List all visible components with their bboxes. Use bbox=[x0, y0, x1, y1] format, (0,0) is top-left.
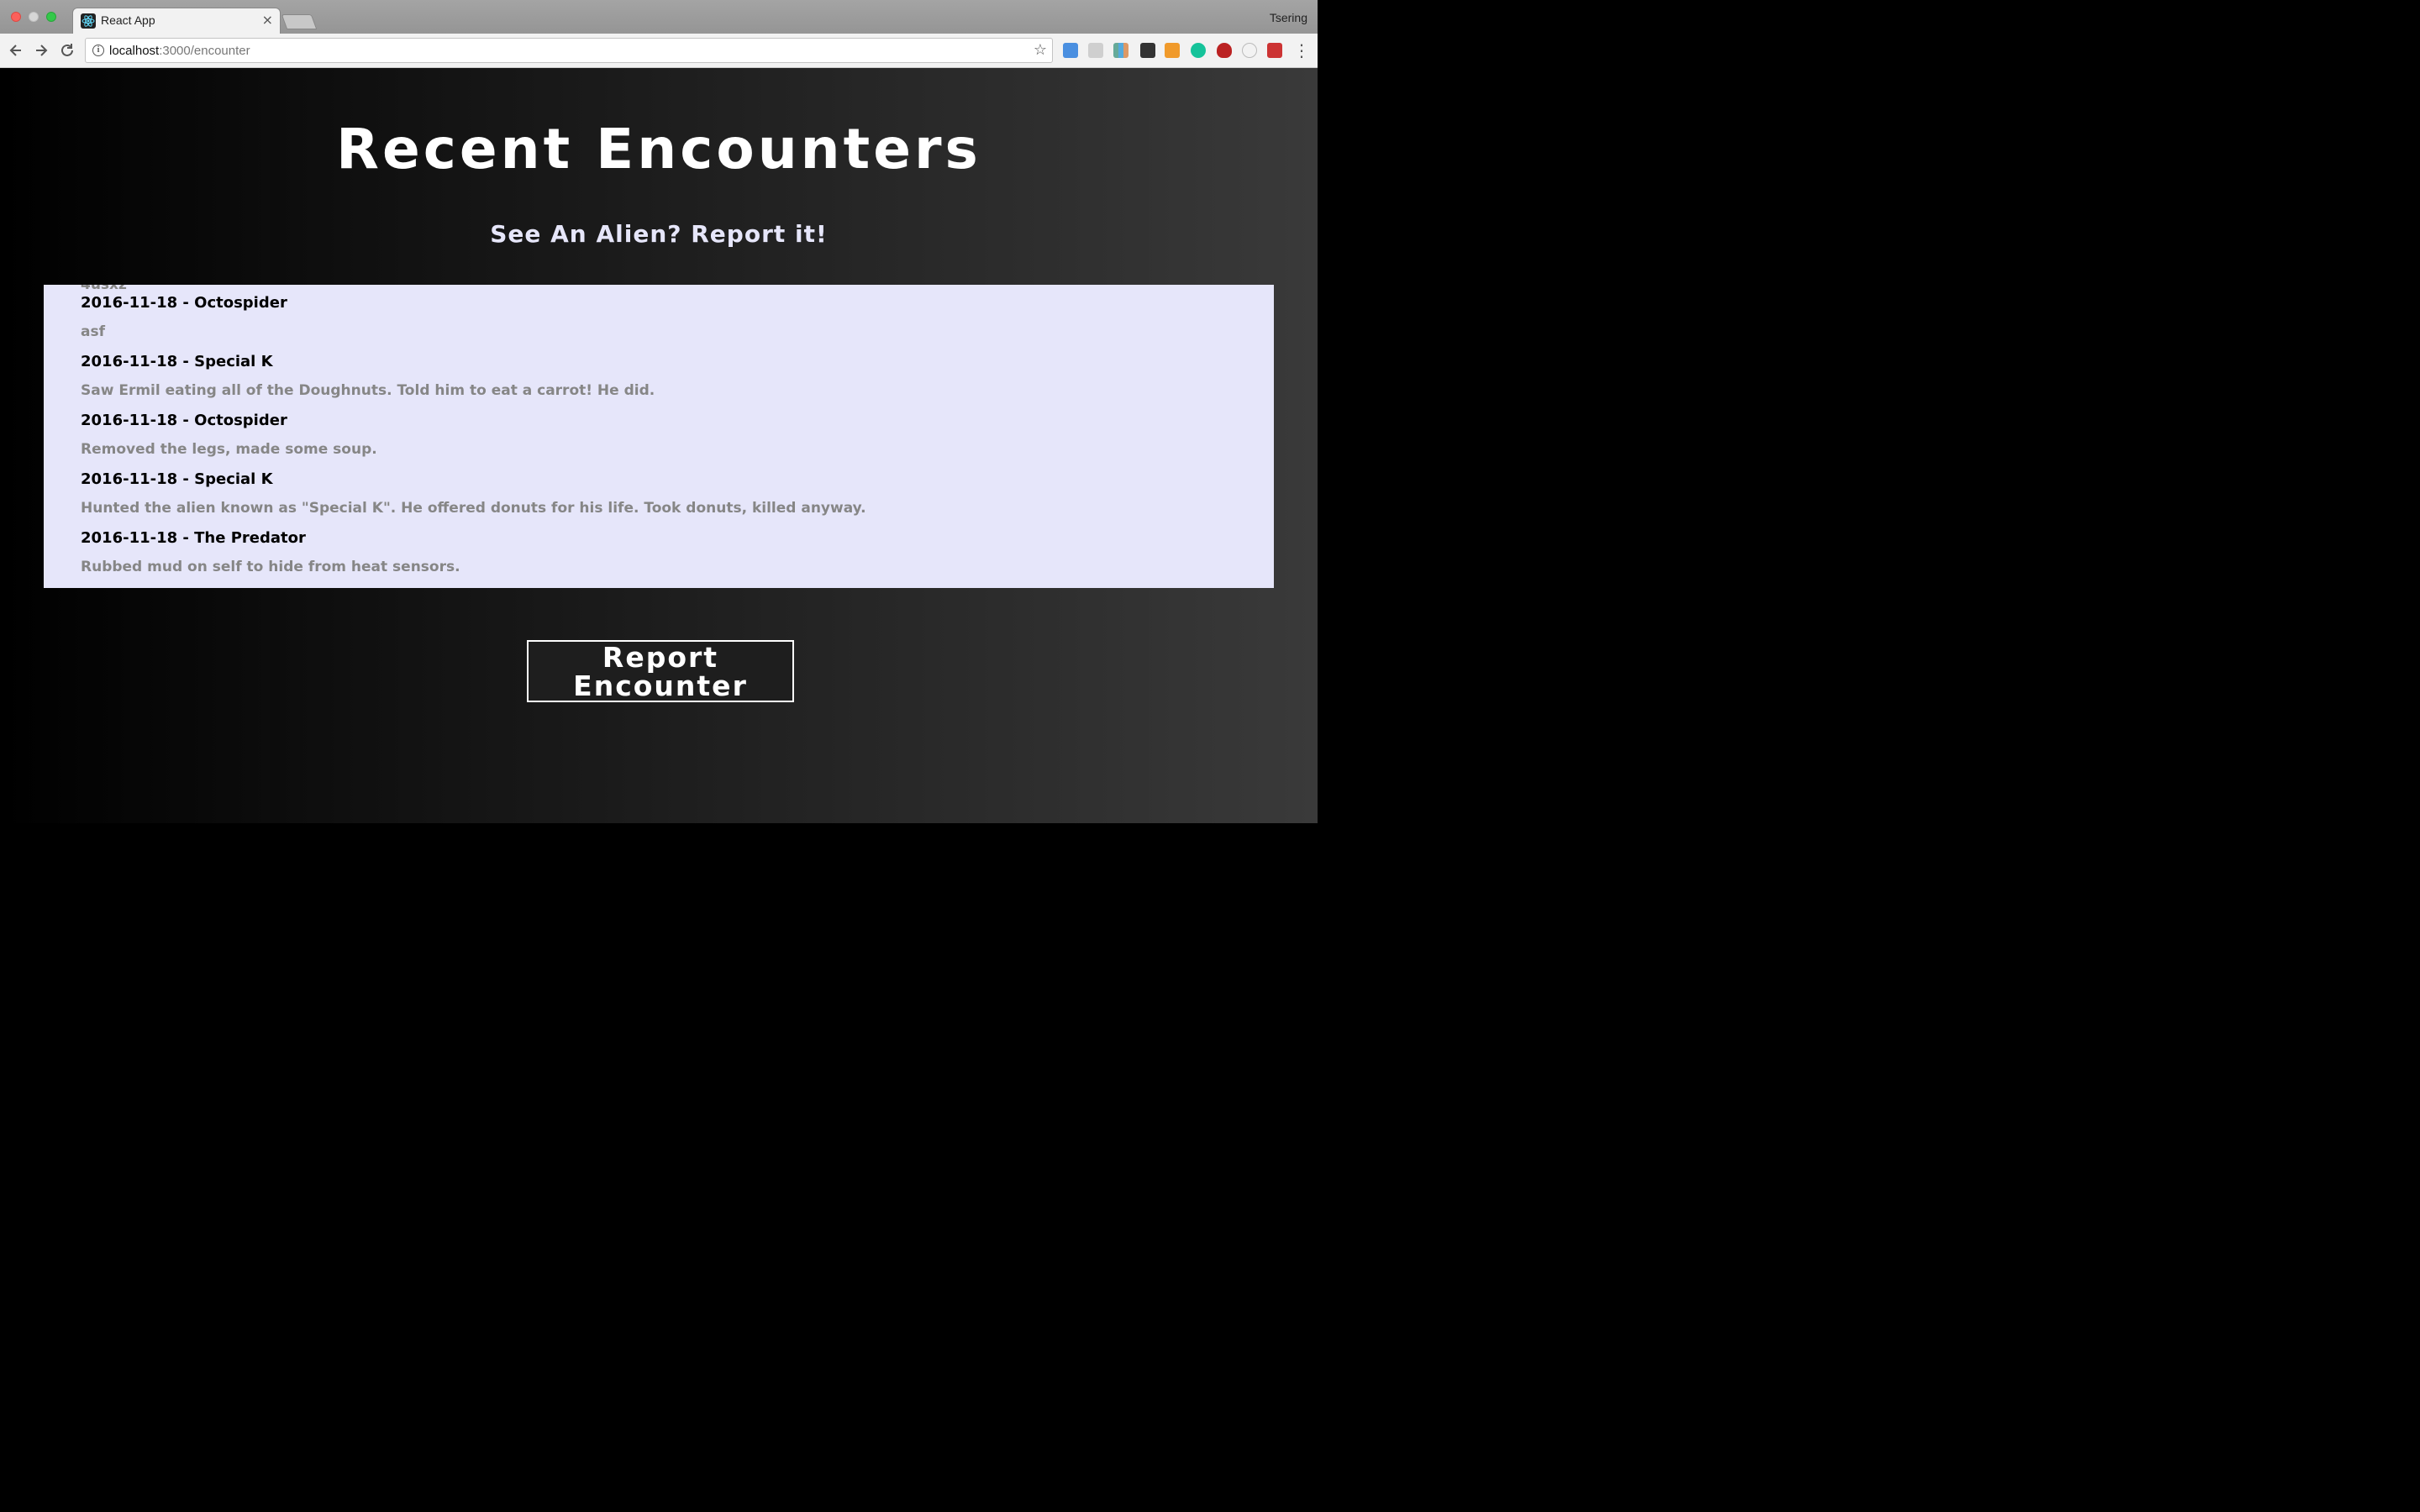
eyedropper-extension-icon[interactable] bbox=[1140, 43, 1155, 58]
site-info-icon[interactable]: i bbox=[92, 45, 104, 56]
reload-icon[interactable] bbox=[58, 41, 76, 60]
menu-kebab-icon[interactable]: ⋮ bbox=[1292, 41, 1311, 60]
page-subtitle: See An Alien? Report it! bbox=[490, 220, 828, 248]
back-arrow-icon[interactable] bbox=[7, 41, 25, 60]
forward-arrow-icon[interactable] bbox=[32, 41, 50, 60]
dots-extension-icon[interactable] bbox=[1242, 43, 1257, 58]
analytics-extension-icon[interactable] bbox=[1165, 43, 1180, 58]
encounter-header: 2016-11-18 - Octospider bbox=[81, 294, 287, 312]
list-item: 2016-11-18 - Octospider asf bbox=[81, 285, 1240, 340]
page-content: Recent Encounters See An Alien? Report i… bbox=[0, 68, 1318, 823]
tab-title: React App bbox=[101, 13, 155, 27]
tab-close-icon[interactable]: × bbox=[262, 12, 273, 28]
browser-toolbar: i localhost:3000/encounter ☆ ⋮ bbox=[0, 34, 1318, 68]
new-tab-button[interactable] bbox=[281, 14, 318, 29]
encounter-list[interactable]: 4usxz 2016-11-18 - Octospider asf 2016-1… bbox=[44, 285, 1274, 588]
browser-tab[interactable]: React App × bbox=[72, 8, 281, 34]
encounter-header: 2016-11-18 - Octospider bbox=[81, 412, 287, 429]
list-item: 2016-11-18 - Octospider Removed the legs… bbox=[81, 392, 1240, 458]
encounter-description: Rubbed mud on self to hide from heat sen… bbox=[81, 559, 460, 575]
ublock-extension-icon[interactable] bbox=[1217, 43, 1232, 58]
bug-extension-icon[interactable] bbox=[1267, 43, 1282, 58]
profile-name[interactable]: Tsering bbox=[1270, 11, 1307, 24]
list-item: 2016-11-18 - Special K Saw Ermil eating … bbox=[81, 333, 1240, 399]
close-window-button[interactable] bbox=[11, 12, 21, 22]
list-item: 2016-11-18 - Special K Hunted the alien … bbox=[81, 451, 1240, 517]
encounter-items: 2016-11-18 - Octospider asf 2016-11-18 -… bbox=[81, 285, 1240, 575]
reader-extension-icon[interactable] bbox=[1088, 43, 1103, 58]
browser-tab-bar: React App × Tsering bbox=[0, 0, 1318, 34]
encounter-header: 2016-11-18 - The Predator bbox=[81, 529, 306, 547]
minimize-window-button[interactable] bbox=[29, 12, 39, 22]
chart-extension-icon[interactable] bbox=[1113, 43, 1128, 58]
report-encounter-button[interactable]: Report Encounter bbox=[527, 640, 794, 702]
bookmark-star-icon[interactable]: ☆ bbox=[1034, 41, 1047, 59]
encounter-header: 2016-11-18 - Special K bbox=[81, 353, 273, 370]
grammarly-extension-icon[interactable] bbox=[1191, 43, 1206, 58]
maximize-window-button[interactable] bbox=[46, 12, 56, 22]
code-extension-icon[interactable] bbox=[1063, 43, 1078, 58]
url-path: :3000/encounter bbox=[159, 44, 250, 58]
url-text: localhost:3000/encounter bbox=[109, 44, 250, 58]
react-logo-icon bbox=[81, 13, 96, 29]
encounter-header: 2016-11-18 - Special K bbox=[81, 470, 273, 488]
list-item: 2016-11-18 - The Predator Rubbed mud on … bbox=[81, 510, 1240, 575]
address-bar[interactable]: i localhost:3000/encounter ☆ bbox=[85, 38, 1053, 63]
url-host: localhost bbox=[109, 44, 160, 58]
page-title: Recent Encounters bbox=[336, 117, 981, 181]
